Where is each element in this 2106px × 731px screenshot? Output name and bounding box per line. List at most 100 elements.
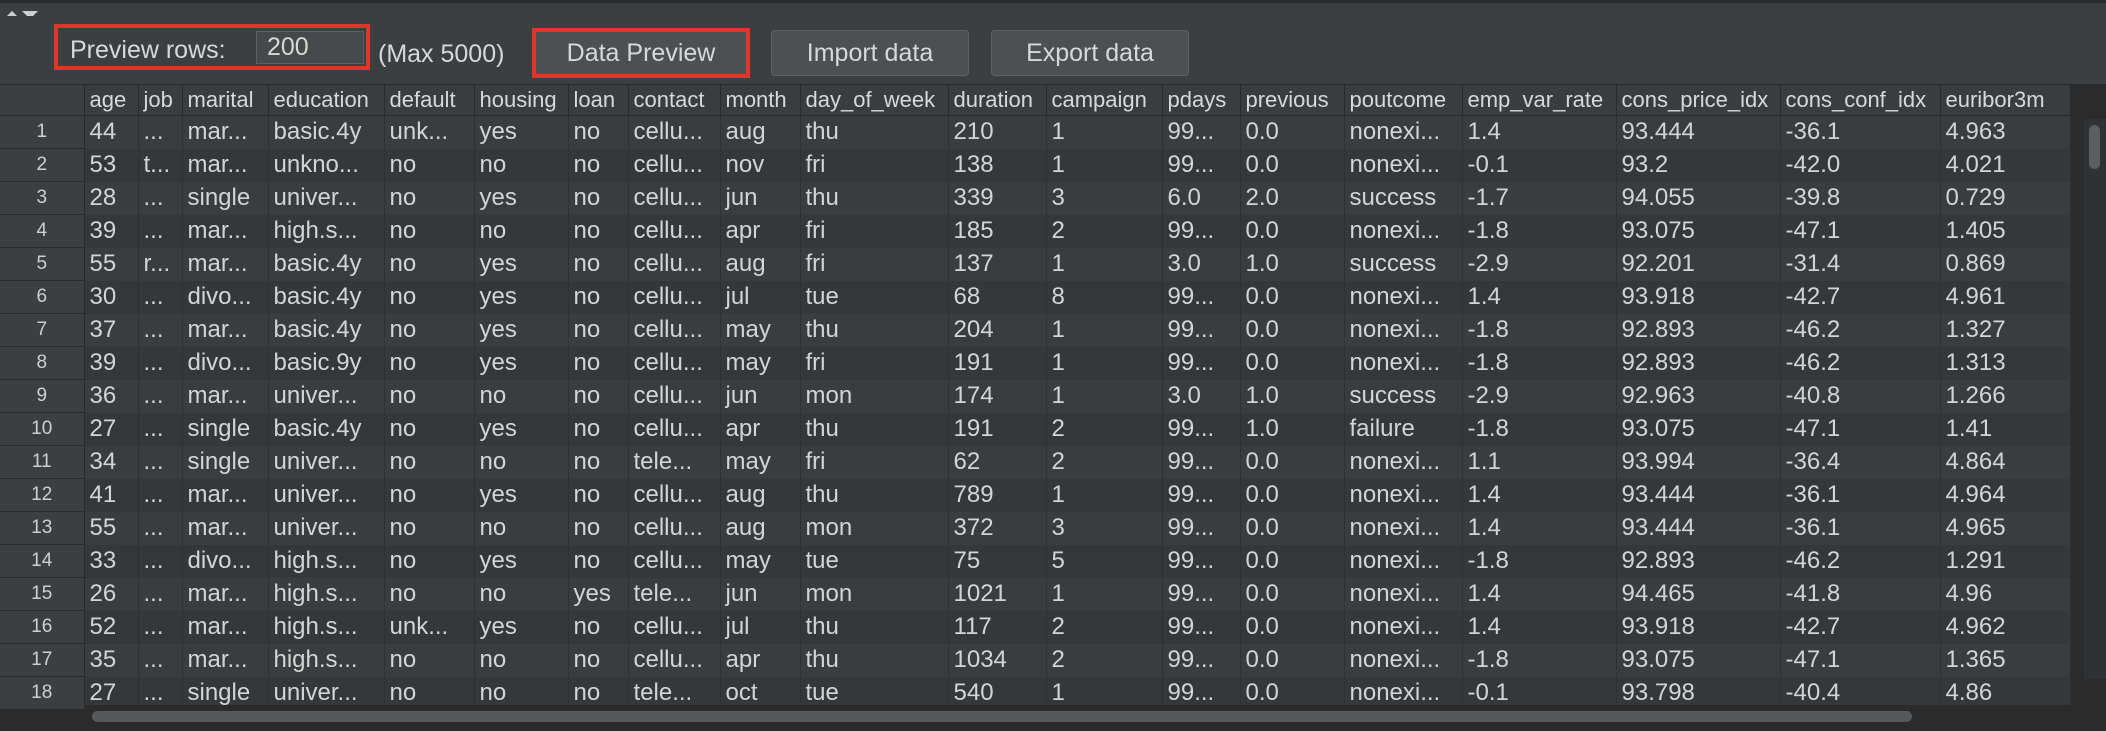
column-header-cons-conf-idx[interactable]: cons_conf_idx <box>1780 85 1941 116</box>
horizontal-scrollbar[interactable] <box>84 705 2084 727</box>
table-cell[interactable]: nonexi... <box>1344 148 1463 182</box>
table-cell[interactable]: 0.0 <box>1240 115 1345 149</box>
table-cell[interactable]: 185 <box>948 214 1047 248</box>
table-cell[interactable]: 2 <box>1046 445 1163 479</box>
table-cell[interactable]: single <box>182 181 269 215</box>
table-cell[interactable]: cellu... <box>628 412 721 446</box>
table-row[interactable]: 9 36... mar... univer... no no no cellu... jun mo… <box>0 379 2071 413</box>
table-cell[interactable]: 93.918 <box>1616 610 1781 644</box>
table-cell[interactable]: no <box>384 445 475 479</box>
table-cell[interactable]: no <box>384 577 475 611</box>
table-cell[interactable]: 35 <box>84 643 139 677</box>
table-cell[interactable]: divo... <box>182 346 269 380</box>
table-cell[interactable]: 99... <box>1162 643 1241 677</box>
table-cell[interactable]: may <box>720 313 801 347</box>
table-cell[interactable]: 99... <box>1162 346 1241 380</box>
table-cell[interactable]: 53 <box>84 148 139 182</box>
table-cell[interactable]: 191 <box>948 412 1047 446</box>
column-header-contact[interactable]: contact <box>628 85 721 116</box>
table-cell[interactable]: 1 <box>1046 313 1163 347</box>
table-cell[interactable]: unk... <box>384 115 475 149</box>
table-cell[interactable]: 1.4 <box>1462 280 1617 314</box>
table-cell[interactable]: yes <box>474 346 569 380</box>
table-cell[interactable]: 99... <box>1162 313 1241 347</box>
column-header-duration[interactable]: duration <box>948 85 1047 116</box>
table-cell[interactable]: 1.4 <box>1462 115 1617 149</box>
table-cell[interactable]: 0.0 <box>1240 577 1345 611</box>
table-cell[interactable]: cellu... <box>628 181 721 215</box>
table-cell[interactable]: 99... <box>1162 115 1241 149</box>
table-cell[interactable]: no <box>474 379 569 413</box>
table-cell[interactable]: -47.1 <box>1780 643 1941 677</box>
table-cell[interactable]: -1.8 <box>1462 214 1617 248</box>
column-header-age[interactable]: age <box>84 85 139 116</box>
table-cell[interactable]: no <box>384 478 475 512</box>
table-cell[interactable]: aug <box>720 247 801 281</box>
table-cell[interactable]: 6.0 <box>1162 181 1241 215</box>
table-cell[interactable]: may <box>720 544 801 578</box>
table-cell[interactable]: aug <box>720 478 801 512</box>
table-cell[interactable]: 1 <box>1046 478 1163 512</box>
table-cell[interactable]: cellu... <box>628 280 721 314</box>
table-cell[interactable]: ... <box>138 379 183 413</box>
table-cell[interactable]: cellu... <box>628 511 721 545</box>
table-cell[interactable]: mar... <box>182 115 269 149</box>
table-cell[interactable]: yes <box>474 544 569 578</box>
column-header-month[interactable]: month <box>720 85 801 116</box>
table-cell[interactable]: -46.2 <box>1780 313 1941 347</box>
table-cell[interactable]: high.s... <box>268 544 385 578</box>
table-cell[interactable]: 1 <box>1046 346 1163 380</box>
table-cell[interactable]: 0.0 <box>1240 214 1345 248</box>
table-cell[interactable]: ... <box>138 544 183 578</box>
column-header-loan[interactable]: loan <box>568 85 629 116</box>
table-cell[interactable]: 1.4 <box>1462 478 1617 512</box>
table-cell[interactable]: no <box>568 313 629 347</box>
table-cell[interactable]: nonexi... <box>1344 445 1463 479</box>
table-cell[interactable]: -42.0 <box>1780 148 1941 182</box>
table-cell[interactable]: may <box>720 346 801 380</box>
column-header-emp-var-rate[interactable]: emp_var_rate <box>1462 85 1617 116</box>
table-cell[interactable]: high.s... <box>268 643 385 677</box>
table-cell[interactable]: 1.4 <box>1462 610 1617 644</box>
table-cell[interactable]: 93.444 <box>1616 478 1781 512</box>
table-cell[interactable]: -36.4 <box>1780 445 1941 479</box>
table-cell[interactable]: high.s... <box>268 610 385 644</box>
table-cell[interactable]: 75 <box>948 544 1047 578</box>
table-cell[interactable]: ... <box>138 445 183 479</box>
table-row[interactable]: 12 41... mar... univer... no yes no cellu... aug… <box>0 478 2071 512</box>
import-data-button[interactable]: Import data <box>771 30 969 76</box>
table-cell[interactable]: 1.266 <box>1940 379 2071 413</box>
table-cell[interactable]: 2 <box>1046 214 1163 248</box>
table-cell[interactable]: -47.1 <box>1780 412 1941 446</box>
table-cell[interactable]: 92.963 <box>1616 379 1781 413</box>
table-cell[interactable]: -36.1 <box>1780 115 1941 149</box>
table-cell[interactable]: cellu... <box>628 346 721 380</box>
table-cell[interactable]: no <box>568 214 629 248</box>
table-cell[interactable]: -1.8 <box>1462 412 1617 446</box>
table-cell[interactable]: 4.021 <box>1940 148 2071 182</box>
table-cell[interactable]: mar... <box>182 577 269 611</box>
table-cell[interactable]: ... <box>138 577 183 611</box>
table-cell[interactable]: 1.327 <box>1940 313 2071 347</box>
row-number[interactable]: 12 <box>0 478 85 512</box>
table-cell[interactable]: yes <box>474 280 569 314</box>
table-cell[interactable]: 1.41 <box>1940 412 2071 446</box>
table-cell[interactable]: 99... <box>1162 544 1241 578</box>
table-cell[interactable]: 1.4 <box>1462 511 1617 545</box>
table-cell[interactable]: nonexi... <box>1344 214 1463 248</box>
column-header-default[interactable]: default <box>384 85 475 116</box>
table-cell[interactable]: apr <box>720 412 801 446</box>
table-cell[interactable]: 94.055 <box>1616 181 1781 215</box>
table-cell[interactable]: no <box>384 643 475 677</box>
table-cell[interactable]: 36 <box>84 379 139 413</box>
horizontal-scrollbar-thumb[interactable] <box>92 711 1912 722</box>
table-cell[interactable]: jul <box>720 610 801 644</box>
table-cell[interactable]: 92.201 <box>1616 247 1781 281</box>
table-cell[interactable]: no <box>474 214 569 248</box>
table-cell[interactable]: mar... <box>182 214 269 248</box>
table-cell[interactable]: univer... <box>268 445 385 479</box>
table-cell[interactable]: -1.8 <box>1462 313 1617 347</box>
table-cell[interactable]: no <box>568 643 629 677</box>
column-header-education[interactable]: education <box>268 85 385 116</box>
table-cell[interactable]: fri <box>800 247 949 281</box>
